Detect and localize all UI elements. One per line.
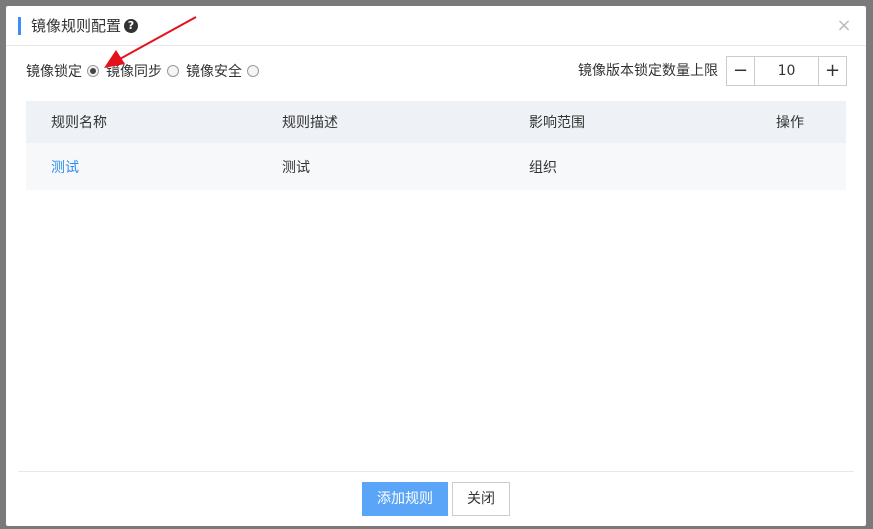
close-icon[interactable]: × (836, 16, 852, 36)
rule-name-link[interactable]: 测试 (51, 157, 79, 177)
rules-table: 规则名称 规则描述 影响范围 操作 测试 测试 组织 (26, 101, 846, 190)
radio-option-lock[interactable]: 镜像锁定 (26, 61, 99, 81)
column-header-name: 规则名称 (51, 115, 107, 131)
footer-divider (18, 471, 854, 472)
column-header-actions: 操作 (776, 115, 804, 131)
radio-label: 镜像安全 (186, 64, 242, 80)
dialog-title: 镜像规则配置 (31, 17, 122, 35)
rule-description: 测试 (282, 159, 310, 176)
help-icon[interactable]: ? (124, 19, 138, 33)
table-header-row: 规则名称 规则描述 影响范围 操作 (26, 101, 846, 143)
radio-option-security[interactable]: 镜像安全 (186, 61, 259, 81)
version-limit-label: 镜像版本锁定数量上限 (578, 63, 718, 79)
radio-label: 镜像锁定 (26, 64, 82, 80)
rule-type-radio-group: 镜像锁定 镜像同步 镜像安全 (26, 61, 266, 81)
add-rule-button[interactable]: 添加规则 (362, 482, 448, 516)
radio-option-sync[interactable]: 镜像同步 (106, 61, 179, 81)
version-limit-input[interactable]: 10 (755, 57, 818, 85)
column-header-description: 规则描述 (282, 115, 338, 131)
radio-button-sync[interactable] (167, 65, 179, 77)
dialog-header: 镜像规则配置 ? × (6, 6, 866, 46)
version-limit-stepper: − 10 + (726, 56, 847, 86)
decrement-button[interactable]: − (727, 57, 755, 85)
title-accent-bar (18, 17, 21, 35)
radio-button-security[interactable] (247, 65, 259, 77)
close-button[interactable]: 关闭 (452, 482, 510, 516)
increment-button[interactable]: + (818, 57, 846, 85)
radio-button-lock[interactable] (87, 65, 99, 77)
table-row: 测试 测试 组织 (26, 143, 846, 190)
radio-label: 镜像同步 (106, 64, 162, 80)
rule-config-dialog: 镜像规则配置 ? × 镜像锁定 镜像同步 镜像安全 镜像版本锁定数量上限 − 1… (6, 6, 866, 526)
column-header-scope: 影响范围 (529, 115, 585, 131)
rule-scope: 组织 (529, 159, 557, 176)
